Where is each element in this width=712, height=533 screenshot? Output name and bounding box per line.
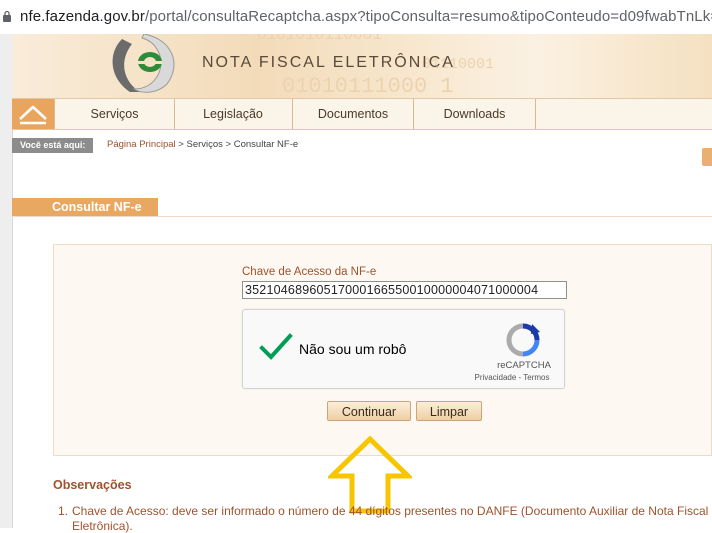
recaptcha-icon — [506, 323, 540, 357]
nav-item-documentos[interactable]: Documentos — [293, 99, 414, 129]
breadcrumb-label: Você está aqui: — [12, 138, 94, 153]
lock-icon — [3, 10, 11, 22]
breadcrumb-current: Consultar NF-e — [233, 139, 299, 150]
site-banner: 0101010110001 01110001 01010111000 1 NOT… — [12, 34, 712, 98]
captcha-label: Não sou um robô — [299, 341, 407, 357]
url-path: /portal/consultaRecaptcha.aspx?tipoConsu… — [144, 8, 712, 25]
access-key-input[interactable] — [242, 281, 567, 299]
section-divider — [12, 216, 712, 217]
observation-text-line2: Eletrônica). — [72, 519, 133, 533]
breadcrumb-separator: > — [222, 139, 234, 150]
breadcrumb-section-link[interactable]: Serviços — [186, 139, 222, 150]
observation-number: 1. — [58, 504, 69, 518]
breadcrumb-separator: > — [175, 139, 187, 150]
banner-title: NOTA FISCAL ELETRÔNICA — [202, 54, 455, 71]
recaptcha-widget: Não sou um robô reCAPTCHA Privacidade - … — [242, 309, 565, 389]
captcha-brand: reCAPTCHA — [497, 360, 551, 371]
page-title: Consultar NF-e — [12, 198, 158, 216]
observation-text-line1: Chave de Acesso: deve ser informado o nú… — [72, 504, 709, 518]
captcha-links: Privacidade - Termos — [469, 373, 555, 382]
url-text[interactable]: nfe.fazenda.gov.br/portal/consultaRecapt… — [20, 8, 712, 25]
breadcrumb: Você está aqui: Página Principal > Servi… — [12, 138, 712, 154]
side-tab[interactable] — [702, 148, 712, 166]
captcha-terms-link[interactable]: Termos — [523, 373, 549, 382]
breadcrumb-path: Página Principal > Serviços > Consultar … — [107, 139, 298, 150]
banner-digits-top: 0101010110001 — [257, 34, 382, 44]
nav-item-downloads[interactable]: Downloads — [414, 99, 536, 129]
breadcrumb-home-link[interactable]: Página Principal — [107, 139, 176, 150]
observations-title: Observações — [53, 478, 132, 492]
captcha-privacy-link[interactable]: Privacidade — [474, 373, 516, 382]
nav-item-legislacao[interactable]: Legislação — [174, 99, 293, 129]
continue-button[interactable]: Continuar — [327, 401, 411, 421]
nav-item-servicos[interactable]: Serviços — [54, 99, 175, 129]
home-button[interactable] — [12, 99, 54, 129]
home-icon — [19, 105, 47, 125]
access-key-label: Chave de Acesso da NF-e — [242, 266, 377, 278]
up-arrow-icon — [328, 436, 412, 514]
banner-digits-bottom: 01010111000 1 — [282, 74, 454, 98]
nfe-logo — [112, 34, 175, 93]
url-host: nfe.fazenda.gov.br — [20, 8, 145, 25]
checkmark-icon[interactable] — [259, 332, 293, 362]
browser-address-bar[interactable]: nfe.fazenda.gov.br/portal/consultaRecapt… — [0, 0, 712, 35]
main-nav: Serviços Legislação Documentos Downloads — [12, 98, 712, 130]
clear-button[interactable]: Limpar — [416, 401, 482, 421]
